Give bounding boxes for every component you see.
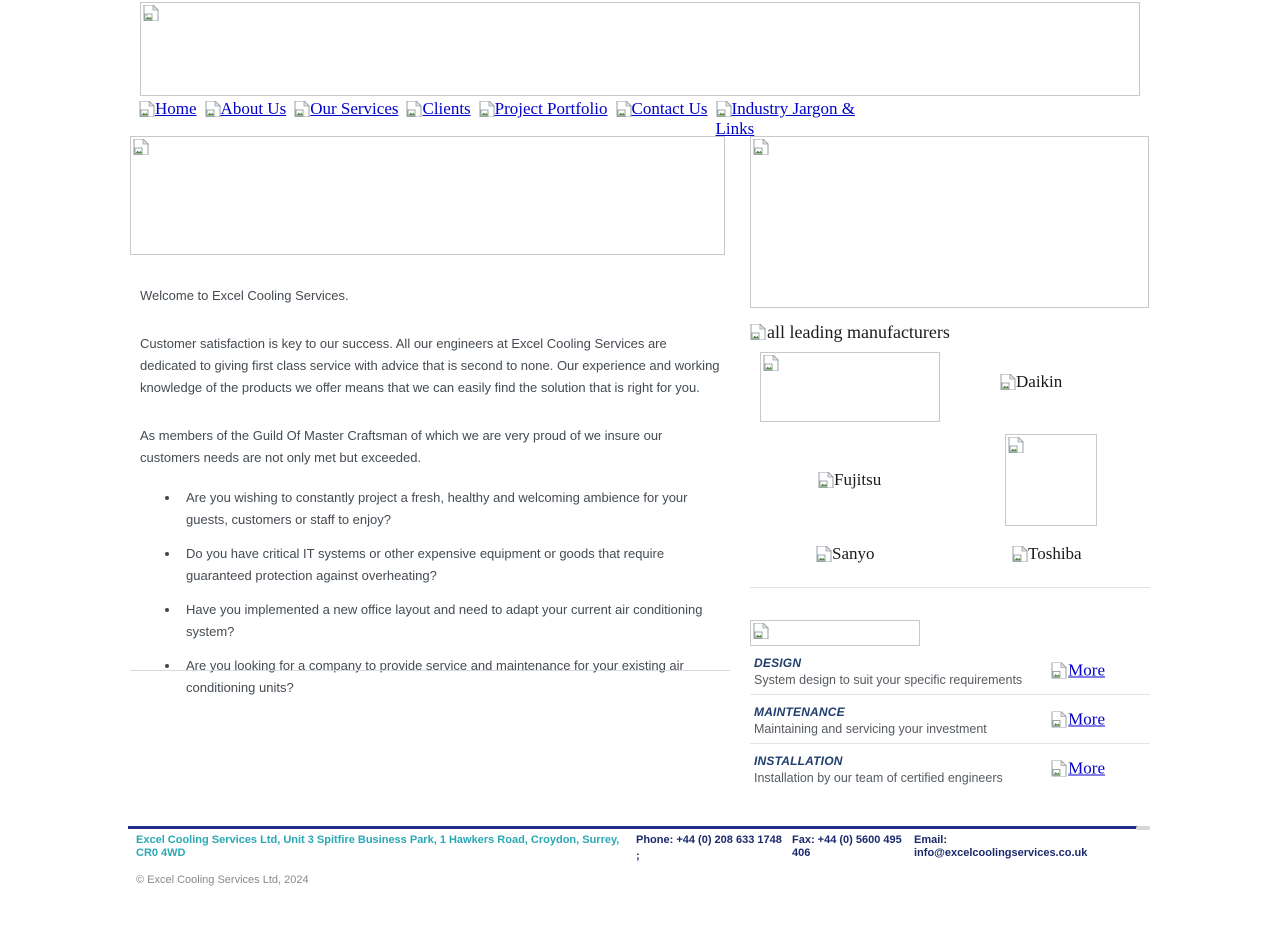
welcome-text: Welcome to Excel Cooling Services. (140, 288, 349, 303)
sidebar-column: all leading manufacturers Daikin Fujitsu… (750, 136, 1150, 792)
intro-paragraph-1: Customer satisfaction is key to our succ… (140, 336, 720, 395)
email-address[interactable]: info@excelcoolingservices.co.uk (914, 847, 1087, 859)
sidebar-feature-image (750, 136, 1149, 308)
broken-image-icon (479, 101, 495, 117)
broken-image-icon (205, 101, 221, 117)
broken-image-icon (133, 139, 149, 155)
footer: Excel Cooling Services Ltd, Unit 3 Spitf… (136, 834, 1146, 887)
broken-image-icon (1008, 437, 1024, 453)
manufacturer-label: Toshiba (1028, 544, 1082, 563)
main-content-column: Welcome to Excel Cooling Services. Custo… (130, 136, 730, 711)
more-label[interactable]: More (1068, 710, 1105, 729)
nav-label[interactable]: About Us (221, 99, 287, 118)
manufacturer-logo-toshiba[interactable]: Toshiba (1012, 544, 1082, 563)
header-banner-image (140, 2, 1140, 96)
broken-image-icon (763, 355, 779, 371)
manufacturer-label: Fujitsu (834, 470, 882, 489)
nav-item-industry-jargon-links[interactable]: Industry Jargon & Links (716, 99, 876, 139)
service-row-design: DESIGN System design to suit your specif… (750, 646, 1150, 695)
list-item: Have you implemented a new office layout… (180, 599, 725, 643)
broken-image-icon (1012, 545, 1028, 562)
more-label[interactable]: More (1068, 759, 1105, 778)
page-root: Home About Us Our Services Clients Proje… (0, 0, 1280, 932)
manufacturer-logo-sanyo[interactable]: Sanyo (816, 544, 875, 563)
hero-image (130, 136, 725, 255)
intro-paragraph-2: As members of the Guild Of Master Crafts… (140, 428, 663, 465)
nav-item-contact-us[interactable]: Contact Us (616, 99, 708, 119)
broken-image-icon (1051, 711, 1068, 727)
main-navigation: Home About Us Our Services Clients Proje… (139, 99, 1149, 139)
more-label[interactable]: More (1068, 661, 1105, 680)
scrollbar-thumb[interactable] (1136, 826, 1150, 830)
nav-item-home[interactable]: Home (139, 99, 197, 119)
phone-extra: ; (636, 850, 640, 862)
manufacturer-label: Sanyo (832, 544, 875, 563)
nav-label[interactable]: Industry Jargon & Links (716, 99, 855, 138)
nav-item-our-services[interactable]: Our Services (294, 99, 398, 119)
question-list: Are you wishing to constantly project a … (130, 487, 725, 699)
sidebar-divider (750, 587, 1150, 588)
manufacturer-logo-1[interactable] (760, 352, 940, 422)
copyright-notice: © Excel Cooling Services Ltd, 2024 (136, 874, 309, 886)
nav-label[interactable]: Contact Us (632, 99, 708, 118)
manufacturer-logo-daikin[interactable]: Daikin (1000, 372, 1062, 391)
list-item: Are you wishing to constantly project a … (180, 487, 725, 531)
footer-email-block: Email: info@excelcoolingservices.co.uk (914, 834, 1144, 860)
nav-label[interactable]: Our Services (310, 99, 398, 118)
broken-image-icon (1051, 662, 1068, 678)
broken-image-icon (294, 101, 311, 117)
manufacturer-label: Daikin (1016, 372, 1063, 391)
fax-text: Fax: +44 (0) 5600 495 406 (792, 834, 902, 859)
broken-image-icon (616, 101, 632, 117)
broken-image-icon (143, 5, 159, 21)
nav-label[interactable]: Clients (422, 99, 470, 118)
manufacturer-logo-fujitsu[interactable]: Fujitsu (818, 470, 881, 489)
nav-label[interactable]: Project Portfolio (495, 99, 608, 118)
content-divider (130, 670, 730, 671)
footer-address-block: Excel Cooling Services Ltd, Unit 3 Spitf… (136, 834, 636, 887)
manufacturer-logo-grid: Daikin Fujitsu Sanyo Toshiba (750, 352, 1150, 587)
broken-image-icon (753, 139, 769, 155)
broken-image-icon (139, 101, 155, 117)
broken-image-icon (406, 101, 423, 117)
services-banner-image (750, 620, 920, 646)
company-address[interactable]: Excel Cooling Services Ltd, Unit 3 Spitf… (136, 834, 626, 860)
manufacturer-logo-4[interactable] (1005, 434, 1097, 526)
service-row-maintenance: MAINTENANCE Maintaining and servicing yo… (750, 695, 1150, 744)
phone-text: Phone: +44 (0) 208 633 1748 (636, 834, 782, 846)
footer-fax-block: Fax: +44 (0) 5600 495 406 (792, 834, 914, 860)
nav-item-project-portfolio[interactable]: Project Portfolio (479, 99, 608, 119)
service-more-link[interactable]: More (1051, 710, 1105, 729)
manufacturers-heading-label: all leading manufacturers (767, 321, 950, 342)
service-more-link[interactable]: More (1051, 661, 1105, 680)
broken-image-icon (750, 324, 766, 340)
broken-image-icon (1051, 760, 1068, 776)
email-label: Email: (914, 834, 948, 846)
list-item: Do you have critical IT systems or other… (180, 543, 725, 587)
footer-separator-bar (128, 826, 1140, 829)
broken-image-icon (818, 471, 834, 488)
footer-phone-block: Phone: +44 (0) 208 633 1748 ; (636, 834, 792, 863)
broken-image-icon (1000, 373, 1016, 390)
list-item: Are you looking for a company to provide… (180, 655, 725, 699)
nav-item-clients[interactable]: Clients (406, 99, 471, 119)
service-more-link[interactable]: More (1051, 759, 1105, 778)
service-row-installation: INSTALLATION Installation by our team of… (750, 744, 1150, 792)
nav-label[interactable]: Home (155, 99, 197, 118)
manufacturers-heading: all leading manufacturers (750, 322, 1150, 342)
broken-image-icon (816, 545, 832, 562)
nav-item-about-us[interactable]: About Us (205, 99, 287, 119)
broken-image-icon (716, 101, 732, 117)
broken-image-icon (753, 623, 769, 639)
